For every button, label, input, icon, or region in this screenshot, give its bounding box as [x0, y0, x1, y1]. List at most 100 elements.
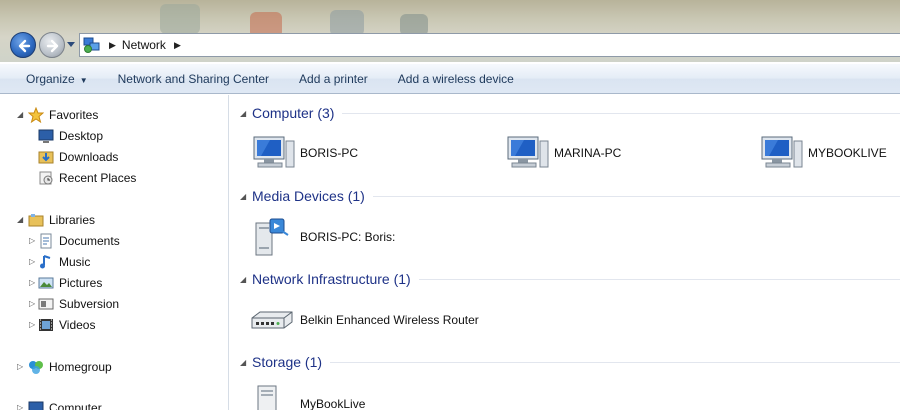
breadcrumb-network[interactable]: Network: [122, 38, 166, 52]
title-bar: ▶ Network ▶: [0, 0, 900, 62]
organize-button[interactable]: Organize ▼: [0, 72, 103, 86]
monitor-icon: [248, 133, 296, 173]
command-bar: Organize ▼ Network and Sharing Center Add…: [0, 63, 900, 94]
network-item-label: BORIS-PC: Boris:: [300, 230, 396, 244]
recent-pages-dropdown-icon[interactable]: [67, 42, 75, 48]
videos-icon: [38, 317, 54, 333]
navigation-pane: ◢ Favorites Desktop Downloads Recent Pla…: [0, 95, 229, 410]
nav-videos[interactable]: ▷ Videos: [29, 315, 95, 335]
network-icon: [83, 37, 100, 53]
nav-computer[interactable]: ▷ Computer: [17, 398, 102, 410]
group-title: Computer (3): [252, 105, 335, 121]
nav-downloads-label: Downloads: [59, 150, 119, 164]
nav-desktop-label: Desktop: [59, 129, 104, 143]
collapse-arrow-icon[interactable]: ◢: [17, 110, 23, 119]
storage-icon: [248, 384, 296, 410]
downloads-icon: [38, 149, 54, 165]
address-bar[interactable]: ▶ Network ▶: [79, 33, 900, 57]
expand-arrow-icon[interactable]: ▷: [29, 236, 35, 245]
background-blur: [160, 4, 200, 34]
monitor-icon: [502, 133, 550, 173]
forward-button[interactable]: [39, 32, 65, 58]
group-divider: [330, 361, 900, 363]
collapse-arrow-icon[interactable]: ◢: [240, 358, 252, 367]
nav-homegroup[interactable]: ▷ Homegroup: [17, 357, 112, 377]
documents-icon: [38, 233, 54, 249]
group-divider: [342, 112, 900, 114]
nav-desktop[interactable]: Desktop: [38, 126, 103, 146]
back-arrow-icon: [18, 39, 31, 53]
chevron-down-icon: ▼: [79, 75, 88, 85]
breadcrumb-separator[interactable]: ▶: [174, 40, 181, 51]
media-device-icon: [248, 217, 296, 257]
group-title: Network Infrastructure (1): [252, 271, 411, 287]
nav-music-label: Music: [59, 255, 91, 269]
group-header-network-infrastructure[interactable]: ◢ Network Infrastructure (1): [240, 269, 900, 289]
nav-pictures[interactable]: ▷ Pictures: [29, 273, 102, 293]
pictures-icon: [38, 275, 54, 291]
nav-computer-label: Computer: [49, 401, 102, 410]
nav-libraries-label: Libraries: [49, 213, 96, 227]
breadcrumb-separator[interactable]: ▶: [109, 40, 116, 51]
nav-pictures-label: Pictures: [59, 276, 103, 290]
add-wireless-device-button[interactable]: Add a wireless device: [383, 72, 529, 86]
nav-favorites-label: Favorites: [49, 108, 99, 122]
expand-arrow-icon[interactable]: ▷: [29, 278, 35, 287]
group-header-media-devices[interactable]: ◢ Media Devices (1): [240, 186, 900, 206]
subversion-icon: [38, 296, 54, 312]
nav-homegroup-label: Homegroup: [49, 360, 112, 374]
network-item-label: MyBookLive: [300, 397, 366, 410]
star-icon: [27, 106, 45, 124]
expand-arrow-icon[interactable]: ▷: [17, 362, 23, 371]
content-pane: ◢ Computer (3) BORIS-PC MARINA-PC MYBOOK…: [230, 95, 900, 410]
group-header-computer[interactable]: ◢ Computer (3): [240, 103, 900, 123]
network-item-boris-pc[interactable]: BORIS-PC: [248, 133, 358, 173]
back-button[interactable]: [10, 32, 36, 58]
network-item-boris-pc-media[interactable]: BORIS-PC: Boris:: [248, 217, 395, 257]
nav-recent-places-label: Recent Places: [59, 171, 137, 185]
network-item-label: MARINA-PC: [554, 146, 622, 160]
network-item-marina-pc[interactable]: MARINA-PC: [502, 133, 621, 173]
expand-arrow-icon[interactable]: ▷: [29, 257, 35, 266]
forward-arrow-icon: [46, 39, 59, 53]
nav-documents[interactable]: ▷ Documents: [29, 231, 120, 251]
network-item-mybooklive-storage[interactable]: MyBookLive: [248, 384, 365, 410]
music-icon: [38, 254, 54, 270]
network-item-label: BORIS-PC: [300, 146, 359, 160]
network-item-belkin-router[interactable]: Belkin Enhanced Wireless Router: [248, 300, 479, 340]
expand-arrow-icon[interactable]: ▷: [29, 299, 35, 308]
nav-subversion[interactable]: ▷ Subversion: [29, 294, 119, 314]
homegroup-icon: [28, 359, 44, 375]
add-printer-button[interactable]: Add a printer: [284, 72, 383, 86]
nav-libraries[interactable]: ◢ Libraries: [17, 210, 95, 230]
nav-subversion-label: Subversion: [59, 297, 120, 311]
nav-downloads[interactable]: Downloads: [38, 147, 118, 167]
nav-documents-label: Documents: [59, 234, 120, 248]
organize-label: Organize: [26, 71, 75, 86]
library-icon: [28, 212, 44, 228]
group-title: Storage (1): [252, 354, 323, 370]
network-item-mybooklive[interactable]: MYBOOKLIVE: [756, 133, 887, 173]
collapse-arrow-icon[interactable]: ◢: [17, 215, 23, 224]
group-header-storage[interactable]: ◢ Storage (1): [240, 352, 900, 372]
collapse-arrow-icon[interactable]: ◢: [240, 192, 252, 201]
recent-places-icon: [38, 170, 54, 186]
nav-videos-label: Videos: [59, 318, 96, 332]
collapse-arrow-icon[interactable]: ◢: [240, 109, 252, 118]
nav-recent-places[interactable]: Recent Places: [38, 168, 136, 188]
group-title: Media Devices (1): [252, 188, 365, 204]
computer-icon: [28, 400, 44, 410]
network-item-label: MYBOOKLIVE: [808, 146, 887, 160]
network-item-label: Belkin Enhanced Wireless Router: [300, 313, 479, 327]
network-sharing-center-button[interactable]: Network and Sharing Center: [103, 72, 284, 86]
router-icon: [248, 300, 296, 340]
group-divider: [372, 195, 900, 197]
collapse-arrow-icon[interactable]: ◢: [240, 275, 252, 284]
desktop-icon: [38, 128, 54, 144]
nav-favorites[interactable]: ◢ Favorites: [17, 105, 98, 125]
monitor-icon: [756, 133, 804, 173]
expand-arrow-icon[interactable]: ▷: [17, 403, 23, 410]
nav-music[interactable]: ▷ Music: [29, 252, 90, 272]
group-divider: [418, 278, 900, 280]
expand-arrow-icon[interactable]: ▷: [29, 320, 35, 329]
